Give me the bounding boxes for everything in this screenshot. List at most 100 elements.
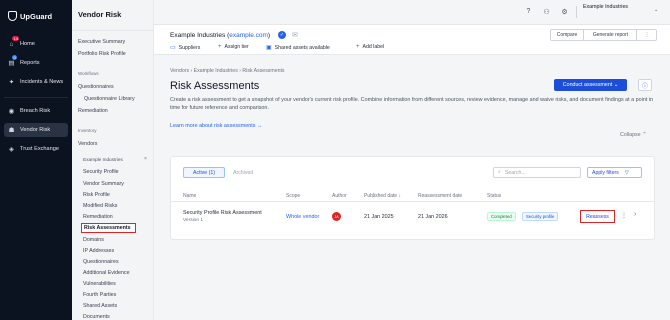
conduct-label: Conduct assessment	[562, 82, 613, 88]
learn-more-label: Learn more about risk assessments	[170, 123, 256, 129]
sidebar-item-vulnerabilities[interactable]: Vulnerabilities	[83, 281, 116, 287]
nav-item-breach-risk[interactable]: ◉ Breach Risk	[4, 104, 68, 118]
column-header-author[interactable]: Author	[332, 193, 347, 199]
search-icon: ⌕	[498, 169, 501, 175]
assign-tier-action[interactable]: + Assign tier	[218, 44, 249, 50]
sidebar-item-risk-profile[interactable]: Risk Profile	[83, 192, 110, 198]
incidents-icon: ✦	[8, 79, 15, 86]
vendor-title: Example Industries (example.com)	[170, 32, 271, 39]
vendor-header: Example Industries (example.com) ✓ ✉ ▭ S…	[154, 24, 670, 55]
vendor-name: Example Industries	[170, 32, 226, 39]
reports-icon: ▤ 0	[8, 54, 18, 67]
nav-item-home[interactable]: ⌂ 14 Home	[4, 35, 68, 51]
sidebar-divider	[72, 30, 154, 31]
sidebar-item-portfolio-risk-profile[interactable]: Portfolio Risk Profile	[78, 51, 126, 57]
more-options-icon[interactable]: ⋮	[638, 30, 656, 40]
sidebar-item-security-profile[interactable]: Security Profile	[83, 169, 119, 175]
nav-label: Vendor Risk	[20, 127, 51, 133]
conduct-assessment-button[interactable]: Conduct assessment ⌄	[554, 79, 627, 91]
sidebar-heading-workflows: Workflows	[78, 71, 99, 76]
assessment-scope[interactable]: Whole vendor	[286, 214, 319, 220]
sidebar-item-vendors[interactable]: Vendors	[78, 141, 97, 147]
chevron-down-icon[interactable]: ⌄	[654, 7, 658, 13]
chevron-up-icon: ⌃	[642, 132, 647, 138]
mail-icon[interactable]: ✉	[292, 31, 298, 39]
help-icon[interactable]: ?	[524, 7, 533, 16]
nav-item-incidents[interactable]: ✦ Incidents & News	[4, 75, 68, 89]
sidebar-item-vendor-remediation[interactable]: Remediation	[83, 214, 113, 220]
apply-filters-button[interactable]: Apply filters ▽	[587, 167, 642, 178]
info-icon[interactable]: ⓘ	[638, 79, 652, 91]
sidebar-heading-inventory: Inventory	[78, 128, 97, 133]
sidebar-item-modified-risks[interactable]: Modified Risks	[83, 203, 117, 209]
add-label-action[interactable]: + Add label	[356, 44, 384, 50]
page-title: Risk Assessments	[170, 80, 260, 92]
shared-assets-action[interactable]: ▣ Shared assets available	[266, 44, 330, 52]
sidebar-item-remediation[interactable]: Remediation	[78, 108, 108, 114]
home-icon: ⌂ 14	[9, 35, 20, 48]
sidebar-item-domains[interactable]: Domains	[83, 237, 104, 243]
filters-label: Apply filters	[592, 169, 619, 176]
verified-icon: ✓	[278, 31, 286, 39]
action-label: Assign tier	[224, 44, 249, 50]
nav-label: Incidents & News	[20, 79, 64, 85]
nav-divider	[4, 97, 68, 98]
assessment-name[interactable]: Security Profile Risk Assessment	[183, 210, 262, 216]
plus-icon: +	[356, 44, 360, 50]
close-vendor-icon[interactable]: ×	[144, 156, 147, 162]
column-header-published[interactable]: Published date ↓	[364, 193, 401, 199]
sidebar-item-questionnaire-library[interactable]: Questionnaire Library	[84, 96, 135, 102]
suppliers-action[interactable]: ▭ Suppliers	[170, 44, 201, 52]
breadcrumb: Vendors › Example Industries › Risk Asse…	[170, 68, 285, 74]
sidebar-vendor-name: Example Industries	[83, 157, 123, 162]
action-label: Suppliers	[178, 44, 201, 51]
sidebar-item-fourth-parties[interactable]: Fourth Parties	[83, 292, 116, 298]
reassess-button[interactable]: Reassess	[580, 210, 615, 223]
add-user-icon[interactable]: ⚇	[542, 7, 551, 16]
header-divider	[576, 6, 577, 18]
sidebar-item-vendor-questionnaires[interactable]: Questionnaires	[83, 259, 119, 265]
filter-icon: ▽	[624, 169, 629, 176]
reports-badge: 0	[12, 54, 18, 60]
nav-label: Home	[20, 41, 35, 47]
nav-item-trust-exchange[interactable]: ◈ Trust Exchange	[4, 142, 68, 156]
column-header-name[interactable]: Name	[183, 193, 196, 199]
upguard-logo[interactable]: UpGuard	[8, 11, 52, 21]
sidebar-item-shared-assets[interactable]: Shared Assets	[83, 303, 117, 309]
tab-active[interactable]: Active (1)	[183, 167, 225, 178]
sidebar-item-vendor-summary[interactable]: Vendor Summary	[83, 181, 124, 187]
collapse-toggle[interactable]: Collapse ⌃	[620, 132, 647, 138]
nav-item-vendor-risk[interactable]: ☗ Vendor Risk	[4, 123, 68, 137]
learn-more-link[interactable]: Learn more about risk assessments →	[170, 123, 262, 129]
row-menu-icon[interactable]: ⋮	[621, 212, 627, 219]
compare-button[interactable]: Compare	[551, 30, 584, 40]
tab-archived[interactable]: Archived	[233, 170, 253, 176]
search-input[interactable]: ⌕ Search...	[493, 167, 581, 178]
sidebar-item-additional-evidence[interactable]: Additional Evidence	[83, 270, 130, 276]
sidebar-item-documents[interactable]: Documents	[83, 314, 110, 320]
action-label: Add label	[362, 44, 385, 50]
column-header-status[interactable]: Status	[487, 193, 501, 199]
generate-report-button[interactable]: Generate report	[585, 30, 637, 40]
sidebar-item-executive-summary[interactable]: Executive Summary	[78, 39, 125, 45]
status-badge-security-profile: Security profile	[522, 212, 559, 221]
column-header-reassessment[interactable]: Reassessment date	[418, 193, 462, 199]
sidebar-item-questionnaires[interactable]: Questionnaires	[78, 84, 114, 90]
sidebar-item-ip-addresses[interactable]: IP Addresses	[83, 248, 114, 254]
settings-icon[interactable]: ⚙	[560, 7, 569, 16]
sidebar-item-risk-assessments[interactable]: Risk Assessments	[81, 223, 136, 233]
breadcrumb-vendor[interactable]: Example Industries	[194, 68, 238, 74]
org-switcher[interactable]: Example Industries	[583, 4, 628, 10]
breadcrumb-vendors[interactable]: Vendors	[170, 68, 189, 74]
vendor-domain-link[interactable]: example.com	[229, 32, 268, 39]
chevron-down-icon: ⌄	[612, 82, 619, 88]
sidebar-title: Vendor Risk	[78, 10, 122, 19]
breach-icon: ◉	[8, 108, 15, 115]
nav-item-reports[interactable]: ▤ 0 Reports	[4, 54, 68, 70]
published-label: Published date	[364, 193, 398, 199]
top-header: ? ⚇ ⚙ Example Industries ⌄	[154, 0, 670, 24]
collapse-label: Collapse	[620, 132, 641, 138]
chevron-right-icon[interactable]: ›	[634, 211, 636, 218]
main-nav: UpGuard ⌂ 14 Home ▤ 0 Reports ✦ Incidents …	[0, 0, 72, 320]
column-header-scope[interactable]: Scope	[286, 193, 300, 199]
